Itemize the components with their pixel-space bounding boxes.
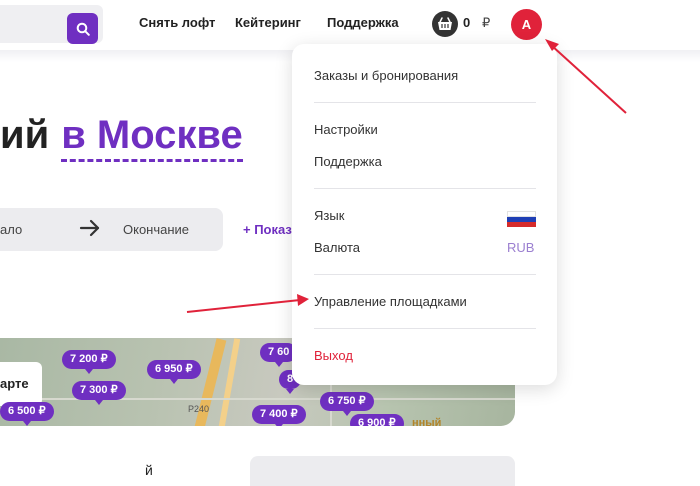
- bottom-text: й: [145, 462, 153, 478]
- menu-item-manage-venues[interactable]: Управление площадками: [314, 294, 467, 309]
- nav-support[interactable]: Поддержка: [327, 15, 399, 30]
- cart-currency: ₽: [482, 15, 491, 30]
- nav-rent-loft[interactable]: Снять лофт: [139, 15, 215, 30]
- map-park-label: нный: [412, 417, 442, 426]
- basket-icon[interactable]: [432, 11, 458, 37]
- arrow-right-icon: [79, 219, 100, 237]
- map-view-label: арте: [0, 376, 29, 391]
- map-price-pin[interactable]: 7 400 ₽: [252, 405, 306, 426]
- map-road-label: P240: [188, 404, 210, 414]
- user-menu-dropdown: Заказы и бронирования Настройки Поддержк…: [292, 44, 557, 385]
- menu-item-language[interactable]: Язык: [314, 208, 344, 223]
- menu-item-logout[interactable]: Выход: [314, 348, 353, 363]
- date-start-field[interactable]: ало: [0, 222, 22, 237]
- map-price-pin[interactable]: 7 200 ₽: [62, 350, 116, 374]
- currency-value[interactable]: RUB: [507, 240, 534, 255]
- search-icon: [76, 22, 90, 36]
- cart-count: 0: [463, 15, 471, 30]
- nav-catering[interactable]: Кейтеринг: [235, 15, 301, 30]
- menu-item-settings[interactable]: Настройки: [314, 122, 378, 137]
- map-price-pin[interactable]: 6 500 ₽: [0, 402, 54, 426]
- map-price-pin[interactable]: 7 300 ₽: [72, 381, 126, 405]
- show-more-link[interactable]: + Показ: [243, 222, 292, 237]
- annotation-arrow-manage-venues: [186, 294, 309, 313]
- menu-divider: [314, 328, 536, 329]
- menu-item-support[interactable]: Поддержка: [314, 154, 382, 169]
- menu-divider: [314, 274, 536, 275]
- map-price-pin[interactable]: 6 750 ₽: [320, 392, 374, 416]
- russia-flag-icon[interactable]: [507, 211, 536, 227]
- page-title-prefix: ий: [0, 113, 50, 157]
- page-title: ий в Москве: [0, 113, 243, 162]
- user-avatar[interactable]: A: [511, 9, 542, 40]
- date-range-picker[interactable]: ало Окончание: [0, 208, 223, 251]
- search-button[interactable]: [67, 13, 98, 44]
- map-price-pin[interactable]: 6 950 ₽: [147, 360, 201, 384]
- menu-divider: [314, 188, 536, 189]
- map-view-card[interactable]: арте: [0, 362, 42, 406]
- search-input[interactable]: [0, 5, 103, 44]
- city-selector[interactable]: в Москве: [61, 113, 243, 162]
- map-price-pin[interactable]: 6 900 ₽: [350, 414, 404, 426]
- top-header: Снять лофт Кейтеринг Поддержка 0 ₽ A: [0, 0, 700, 50]
- bottom-panel: [250, 456, 515, 486]
- date-end-field[interactable]: Окончание: [123, 222, 189, 237]
- menu-divider: [314, 102, 536, 103]
- menu-item-orders[interactable]: Заказы и бронирования: [314, 68, 458, 83]
- menu-item-currency[interactable]: Валюта: [314, 240, 360, 255]
